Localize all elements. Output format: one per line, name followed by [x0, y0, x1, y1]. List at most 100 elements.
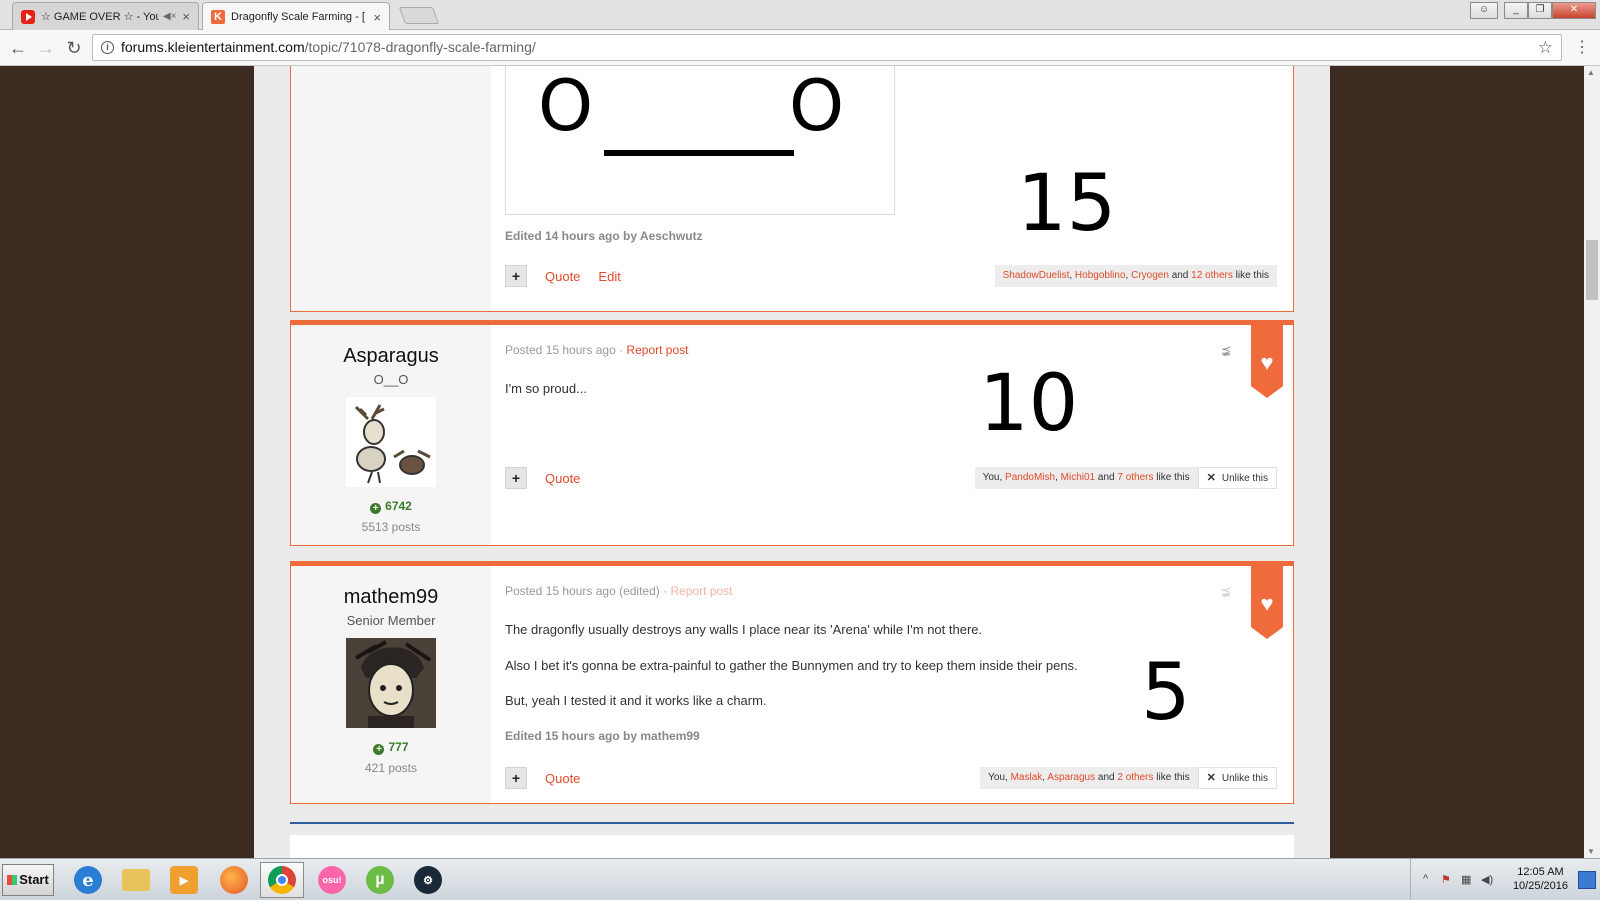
post-actions: + Quote Edit	[505, 265, 639, 287]
author-title: Senior Member	[346, 613, 436, 628]
post-body-paragraph: Also I bet it's gonna be extra-painful t…	[505, 658, 1078, 673]
media-player-icon[interactable]: ▶	[162, 862, 206, 898]
steam-icon[interactable]: ⚙	[406, 862, 450, 898]
like-user-link[interactable]: Cryogen	[1131, 270, 1169, 281]
info-icon[interactable]: i	[101, 41, 114, 54]
share-icon[interactable]: ⪵	[1221, 343, 1231, 357]
restore-button[interactable]: ❐	[1528, 2, 1552, 19]
forum-post: mathem99 Senior Member +777 421 posts Po…	[290, 561, 1294, 804]
unlike-button[interactable]: ✕ Unlike this	[1197, 467, 1277, 489]
avatar[interactable]	[346, 397, 436, 487]
author-name[interactable]: Asparagus	[291, 345, 491, 368]
post-actions: + Quote	[505, 767, 598, 789]
like-and: and	[1097, 472, 1115, 483]
url-path: /topic/71078-dragonfly-scale-farming/	[304, 39, 536, 55]
file-explorer-icon[interactable]	[114, 862, 158, 898]
menu-icon[interactable]: ⋮	[1570, 36, 1594, 60]
like-prefix: You,	[982, 472, 1003, 483]
volume-icon[interactable]: ◀)	[1481, 873, 1493, 886]
post-meta: Posted 15 hours ago (edited) · Report po…	[505, 584, 733, 598]
quote-button[interactable]: Quote	[545, 471, 580, 486]
like-user-link[interactable]: PandoMish	[1005, 472, 1055, 483]
close-window-button[interactable]: ✕	[1552, 2, 1596, 19]
close-icon[interactable]: ×	[373, 10, 381, 25]
action-center-icon[interactable]: ⚑	[1441, 873, 1451, 886]
youtube-icon	[21, 9, 35, 24]
like-ribbon[interactable]: ♥	[1251, 324, 1283, 398]
like-suffix: like this	[1156, 772, 1190, 783]
author-title: O__O	[373, 372, 409, 387]
posted-time: Posted 15 hours ago	[505, 343, 616, 357]
scroll-down-icon[interactable]: ▼	[1587, 847, 1595, 856]
show-hidden-icons-icon[interactable]: ^	[1423, 873, 1428, 885]
forward-button[interactable]: →	[34, 36, 58, 60]
browser-tab-bar: ☆ GAME OVER ☆ - You ◀× × K Dragonfly Sca…	[0, 0, 1600, 31]
minimize-button[interactable]: _	[1504, 2, 1528, 19]
close-icon: ✕	[1206, 772, 1216, 784]
bookmark-star-icon[interactable]: ☆	[1538, 35, 1553, 60]
close-icon[interactable]: ×	[182, 9, 190, 24]
system-tray: ^ ⚑ ▦ ◀) 12:05 AM 10/25/2016	[1410, 859, 1600, 900]
multiquote-button[interactable]: +	[505, 767, 527, 789]
scroll-thumb[interactable]	[1586, 240, 1598, 300]
unlike-button[interactable]: ✕ Unlike this	[1197, 767, 1277, 789]
like-user-link[interactable]: ShadowDuelist	[1003, 270, 1070, 281]
report-post-link[interactable]: Report post	[670, 584, 732, 598]
like-user-link[interactable]: Asparagus	[1047, 772, 1095, 783]
like-suffix: like this	[1235, 270, 1269, 281]
chrome-icon[interactable]	[260, 862, 304, 898]
like-others-link[interactable]: 7 others	[1117, 472, 1153, 483]
like-summary: You, Maslak, Asparagus and 2 others like…	[980, 767, 1198, 789]
tab-dragonfly-scale-farming[interactable]: K Dragonfly Scale Farming - [ ×	[202, 2, 390, 31]
speaker-muted-icon[interactable]: ◀×	[163, 11, 177, 22]
plus-icon: +	[370, 503, 382, 514]
like-others-link[interactable]: 2 others	[1117, 772, 1153, 783]
reload-button[interactable]: ↻	[62, 36, 86, 60]
internet-explorer-icon[interactable]: e	[66, 862, 110, 898]
show-desktop-button[interactable]	[1578, 871, 1596, 889]
heart-icon: ♥	[1260, 350, 1274, 375]
heart-icon: ♥	[1260, 591, 1274, 616]
avatar[interactable]	[346, 638, 436, 728]
forum-post: O O 15 Edited 14 hours ago by Aeschwutz …	[290, 66, 1294, 312]
post-content: Posted 15 hours ago · Report post I'm so…	[505, 325, 1293, 545]
osu-icon[interactable]: osu!	[310, 862, 354, 898]
clock[interactable]: 12:05 AM 10/25/2016	[1513, 865, 1568, 893]
report-post-link[interactable]: Report post	[626, 343, 688, 357]
reputation: +777	[291, 740, 491, 755]
firefox-icon[interactable]	[212, 862, 256, 898]
edited-note: Edited 14 hours ago by Aeschwutz	[505, 229, 703, 243]
like-user-link[interactable]: Hobgoblino	[1075, 270, 1126, 281]
new-tab-button[interactable]	[398, 7, 440, 24]
author-name[interactable]: mathem99	[291, 586, 491, 609]
like-user-link[interactable]: Michi01	[1061, 472, 1095, 483]
back-button[interactable]: ←	[6, 36, 30, 60]
like-others-link[interactable]: 12 others	[1191, 270, 1233, 281]
likes-bar: ShadowDuelist, Hobgoblino, Cryogen and 1…	[994, 265, 1277, 287]
like-summary: You, PandoMish, Michi01 and 7 others lik…	[974, 467, 1198, 489]
utorrent-icon[interactable]: µ	[358, 862, 402, 898]
address-bar[interactable]: i forums.kleientertainment.com/topic/710…	[92, 34, 1562, 61]
post-body-paragraph: But, yeah I tested it and it works like …	[505, 693, 767, 708]
author-panel: mathem99 Senior Member +777 421 posts	[291, 566, 491, 803]
quote-button[interactable]: Quote	[545, 771, 580, 786]
multiquote-button[interactable]: +	[505, 467, 527, 489]
start-button[interactable]: Start	[2, 864, 54, 896]
likes-bar: You, Maslak, Asparagus and 2 others like…	[980, 767, 1277, 789]
next-post-partial	[290, 835, 1294, 858]
network-icon[interactable]: ▦	[1461, 873, 1471, 886]
like-user-link[interactable]: Maslak	[1011, 772, 1043, 783]
like-and: and	[1171, 270, 1189, 281]
windows-flag-icon	[7, 875, 18, 885]
page-scrollbar[interactable]: ▲ ▼	[1584, 66, 1600, 858]
share-icon[interactable]: ⪵	[1221, 584, 1231, 598]
tab-youtube[interactable]: ☆ GAME OVER ☆ - You ◀× ×	[12, 2, 199, 30]
scroll-up-icon[interactable]: ▲	[1587, 68, 1595, 77]
like-ribbon[interactable]: ♥	[1251, 565, 1283, 639]
multiquote-button[interactable]: +	[505, 265, 527, 287]
post-count: 421 posts	[364, 761, 418, 775]
quote-button[interactable]: Quote	[545, 269, 580, 284]
post-meta: Posted 15 hours ago · Report post	[505, 343, 689, 357]
edit-button[interactable]: Edit	[598, 269, 620, 284]
user-icon[interactable]: ☺	[1470, 2, 1498, 19]
